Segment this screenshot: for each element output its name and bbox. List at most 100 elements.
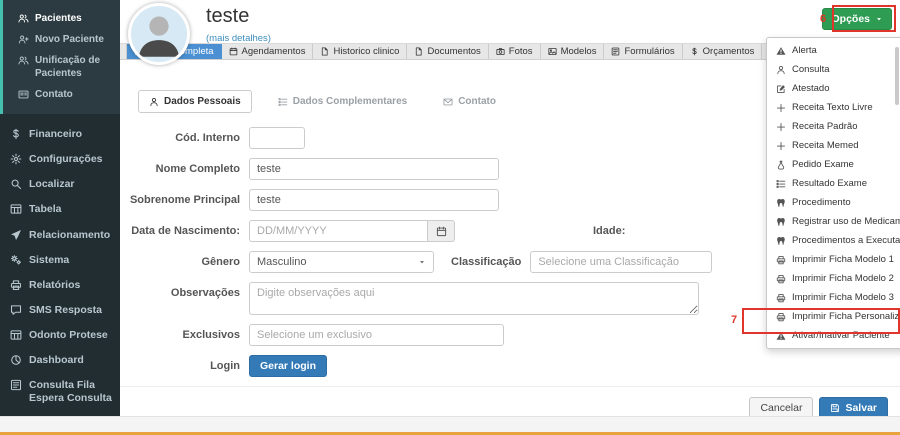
menu-item-imprimir-ficha-personalizada[interactable]: Imprimir Ficha Personalizada bbox=[767, 307, 900, 326]
printer-icon bbox=[776, 312, 786, 322]
menu-item-imprimir-ficha-modelo-1[interactable]: Imprimir Ficha Modelo 1 bbox=[767, 250, 900, 269]
printer-icon bbox=[776, 274, 786, 284]
menu-item-procedimento[interactable]: Procedimento bbox=[767, 193, 900, 212]
sidebar-item-financeiro[interactable]: Financeiro bbox=[0, 122, 120, 147]
menu-item-label: Receita Texto Livre bbox=[792, 102, 873, 113]
sidebar-item-odonto-protese[interactable]: Odonto Protese bbox=[0, 323, 120, 348]
sidebar-nav: Financeiro Configurações Localizar Tabel… bbox=[0, 122, 120, 435]
exclusivos-label: Exclusivos bbox=[120, 324, 240, 346]
tooth-icon bbox=[776, 198, 786, 208]
menu-item-label: Imprimir Ficha Modelo 2 bbox=[792, 273, 894, 284]
sidebar-item-consulta-fila-espera[interactable]: Consulta Fila Espera Consulta bbox=[0, 373, 120, 411]
search-icon bbox=[10, 178, 22, 190]
gear-icon bbox=[10, 153, 22, 165]
form-divider bbox=[120, 386, 900, 387]
exclusivos-input[interactable] bbox=[249, 324, 504, 346]
menu-item-consulta[interactable]: Consulta bbox=[767, 60, 900, 79]
subtab-dados-pessoais[interactable]: Dados Pessoais bbox=[138, 90, 252, 113]
tab-agendamentos[interactable]: Agendamentos bbox=[222, 44, 314, 59]
file-icon bbox=[320, 47, 329, 56]
tab-historico-clinico[interactable]: Historico clinico bbox=[313, 44, 407, 59]
file-icon bbox=[414, 47, 423, 56]
sidebar-item-sistema[interactable]: Sistema bbox=[0, 248, 120, 273]
sidebar-item-tabela[interactable]: Tabela bbox=[0, 197, 120, 222]
subtab-label: Dados Complementares bbox=[293, 96, 407, 107]
tab-fotos[interactable]: Fotos bbox=[489, 44, 541, 59]
menu-item-label: Procedimento bbox=[792, 197, 851, 208]
menu-item-receita-padrao[interactable]: Receita Padrão bbox=[767, 117, 900, 136]
data-nascimento-input[interactable] bbox=[249, 220, 427, 242]
gears-icon bbox=[10, 254, 22, 266]
tooth-icon bbox=[776, 217, 786, 227]
cod-interno-input[interactable] bbox=[249, 127, 305, 149]
subtab-contato[interactable]: Contato bbox=[433, 91, 506, 112]
cod-interno-label: Cód. Interno bbox=[120, 127, 240, 149]
sidebar-item-contato[interactable]: Contato bbox=[3, 84, 120, 105]
sidebar-item-relacionamento[interactable]: Relacionamento bbox=[0, 223, 120, 248]
menu-item-label: Imprimir Ficha Personalizada bbox=[792, 311, 900, 322]
tab-modelos[interactable]: Modelos bbox=[541, 44, 605, 59]
tooth-icon bbox=[776, 236, 786, 246]
scrollbar-thumb[interactable] bbox=[895, 47, 899, 105]
genero-select[interactable]: Masculino bbox=[249, 251, 434, 273]
sidebar-item-label: Pacientes bbox=[35, 12, 82, 25]
sidebar-item-label: Relatórios bbox=[29, 279, 80, 292]
tab-orcamentos[interactable]: Orçamentos bbox=[683, 44, 763, 59]
sidebar-item-novo-paciente[interactable]: Novo Paciente bbox=[3, 29, 120, 50]
menu-item-registrar-uso-medicamento[interactable]: Registrar uso de Medicamento/Item bbox=[767, 212, 900, 231]
menu-item-pedido-exame[interactable]: Pedido Exame bbox=[767, 155, 900, 174]
plus-icon bbox=[776, 122, 786, 132]
menu-item-label: Consulta bbox=[792, 64, 830, 75]
sidebar-item-label: Dashboard bbox=[29, 354, 84, 367]
observacoes-label: Observações bbox=[120, 282, 240, 304]
tab-documentos[interactable]: Documentos bbox=[407, 44, 488, 59]
menu-item-label: Atestado bbox=[792, 83, 830, 94]
menu-item-imprimir-ficha-modelo-3[interactable]: Imprimir Ficha Modelo 3 bbox=[767, 288, 900, 307]
sidebar-item-unificacao-de-pacientes[interactable]: Unificação de Pacientes bbox=[3, 50, 120, 84]
tab-formularios[interactable]: Formulários bbox=[604, 44, 682, 59]
sidebar-item-configuracoes[interactable]: Configurações bbox=[0, 147, 120, 172]
sidebar-item-relatorios[interactable]: Relatórios bbox=[0, 273, 120, 298]
sidebar-item-pacientes[interactable]: Pacientes bbox=[3, 8, 120, 29]
pie-chart-icon bbox=[10, 354, 22, 366]
annotation-step-7: 7 bbox=[731, 314, 737, 326]
sidebar-item-label: Contato bbox=[35, 88, 73, 101]
sidebar-item-sms-resposta[interactable]: SMS Resposta bbox=[0, 298, 120, 323]
menu-item-receita-texto-livre[interactable]: Receita Texto Livre bbox=[767, 98, 900, 117]
sidebar-item-label: Consulta Fila Espera Consulta bbox=[29, 379, 114, 405]
list-icon bbox=[278, 97, 288, 107]
sidebar-item-localizar[interactable]: Localizar bbox=[0, 172, 120, 197]
options-button-label: Opções bbox=[831, 13, 870, 25]
observacoes-textarea[interactable] bbox=[249, 282, 699, 315]
options-dropdown-menu: Alerta Consulta Atestado Receita Texto L… bbox=[766, 37, 900, 349]
menu-item-label: Imprimir Ficha Modelo 1 bbox=[792, 254, 894, 265]
menu-item-imprimir-ficha-modelo-2[interactable]: Imprimir Ficha Modelo 2 bbox=[767, 269, 900, 288]
menu-item-alerta[interactable]: Alerta bbox=[767, 41, 900, 60]
menu-item-atestado[interactable]: Atestado bbox=[767, 79, 900, 98]
menu-item-ativar-inativar-paciente[interactable]: Ativar/Inativar Paciente bbox=[767, 326, 900, 345]
classificacao-input[interactable] bbox=[530, 251, 712, 273]
gerar-login-button[interactable]: Gerar login bbox=[249, 355, 327, 377]
subtab-dados-complementares[interactable]: Dados Complementares bbox=[268, 91, 417, 112]
menu-item-procedimentos-a-executar[interactable]: Procedimentos a Executar bbox=[767, 231, 900, 250]
printer-icon bbox=[776, 293, 786, 303]
genero-selected-value: Masculino bbox=[257, 256, 307, 268]
printer-icon bbox=[776, 255, 786, 265]
nome-completo-input[interactable] bbox=[249, 158, 499, 180]
person-icon bbox=[149, 97, 159, 107]
options-button[interactable]: Opções bbox=[822, 8, 892, 30]
sidebar-item-dashboard[interactable]: Dashboard bbox=[0, 348, 120, 373]
menu-item-resultado-exame[interactable]: Resultado Exame bbox=[767, 174, 900, 193]
contact-card-icon bbox=[18, 89, 29, 100]
nome-completo-label: Nome Completo bbox=[120, 158, 240, 180]
subtab-label: Dados Pessoais bbox=[164, 96, 241, 107]
form-icon bbox=[10, 379, 22, 391]
calendar-button[interactable] bbox=[427, 220, 455, 242]
sobrenome-input[interactable] bbox=[249, 189, 499, 211]
tab-label: Fotos bbox=[509, 46, 533, 57]
printer-icon bbox=[10, 279, 22, 291]
dollar-icon bbox=[690, 47, 699, 56]
sidebar-pacientes-submenu: Pacientes Novo Paciente Unificação de Pa… bbox=[0, 0, 120, 114]
menu-item-receita-memed[interactable]: Receita Memed bbox=[767, 136, 900, 155]
menu-item-label: Registrar uso de Medicamento/Item bbox=[792, 216, 900, 227]
